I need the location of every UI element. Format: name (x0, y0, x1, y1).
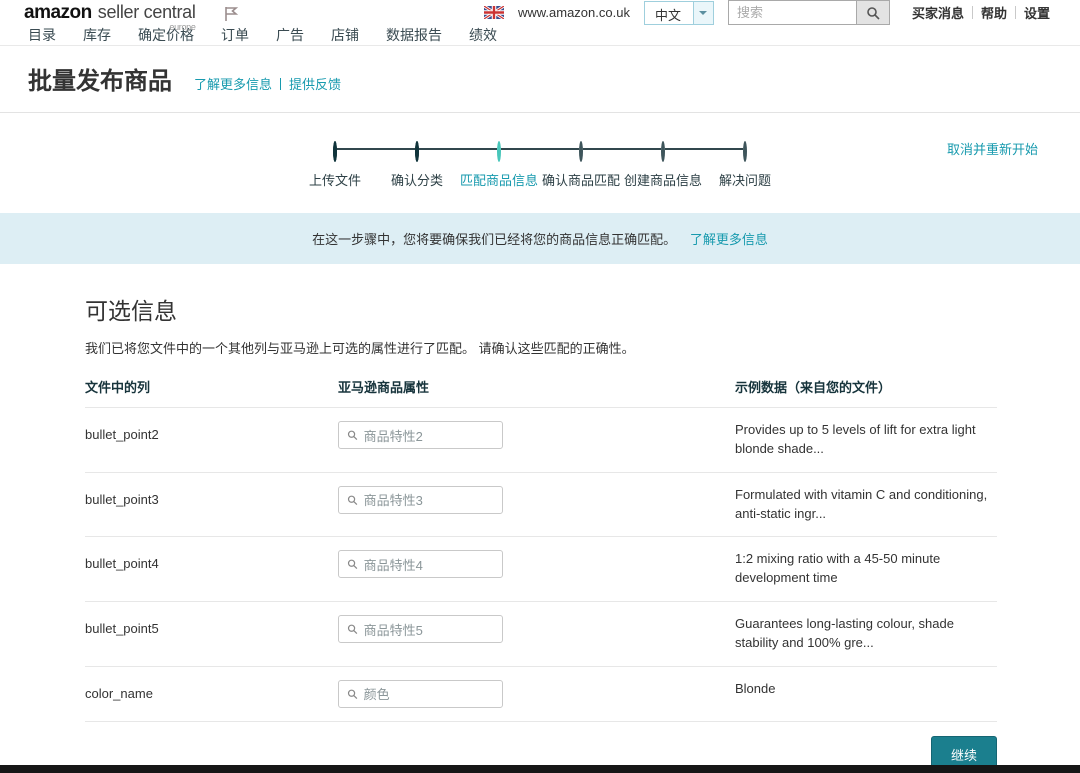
table-row: bullet_point4 1:2 mixing ratio with a 45… (85, 536, 997, 601)
step-match-product-info: 匹配商品信息 (458, 143, 540, 189)
attribute-search-input[interactable] (364, 686, 494, 701)
step-dot-complete (415, 141, 419, 162)
step-dot-upcoming (579, 141, 583, 162)
learn-more-link[interactable]: 了解更多信息 (194, 74, 272, 93)
nav-item-orders[interactable]: 订单 (221, 25, 249, 45)
uk-flag-icon (484, 6, 504, 19)
cancel-restart-link[interactable]: 取消并重新开始 (947, 139, 1038, 158)
header-language-value: 中文 (645, 2, 693, 24)
file-column-name: color_name (85, 680, 338, 708)
step-dot-upcoming (661, 141, 665, 162)
table-row: bullet_point3 Formulated with vitamin C … (85, 472, 997, 537)
section-description: 我们已将您文件中的一个其他列与亚马逊上可选的属性进行了匹配。 请确认这些匹配的正… (85, 338, 997, 357)
banner-learn-more-link[interactable]: 了解更多信息 (690, 232, 768, 247)
step-confirm-matches: 确认商品匹配 (540, 143, 622, 189)
header-language-select[interactable]: 中文 (644, 1, 714, 25)
file-column-name: bullet_point3 (85, 486, 338, 524)
top-bar: amazon seller centraleurope www.amazon.c… (0, 0, 1080, 25)
nav-item-performance[interactable]: 绩效 (469, 25, 497, 45)
page-title: 批量发布商品 (28, 61, 172, 96)
search-icon (347, 688, 358, 700)
column-header-attribute: 亚马逊商品属性 (338, 377, 735, 396)
step-create-product-info: 创建商品信息 (622, 143, 704, 189)
search-button[interactable] (856, 0, 890, 25)
sample-data: Formulated with vitamin C and conditioni… (735, 486, 997, 524)
table-header-row: 文件中的列 亚马逊商品属性 示例数据（来自您的文件） (85, 377, 997, 407)
nav-item-catalog[interactable]: 目录 (28, 25, 56, 45)
logo-region-label: europe (169, 23, 195, 32)
step-dot-upcoming (743, 141, 747, 162)
sample-data: 1:2 mixing ratio with a 45-50 minute dev… (735, 550, 997, 588)
step-resolve-issues: 解决问题 (704, 143, 786, 189)
header-search (728, 0, 890, 25)
column-header-file: 文件中的列 (85, 377, 338, 396)
info-banner: 在这一步骤中，您将要确保我们已经将您的商品信息正确匹配。 了解更多信息 (0, 213, 1080, 264)
step-upload-file: 上传文件 (294, 143, 376, 189)
file-column-name: bullet_point4 (85, 550, 338, 588)
attribute-search-input[interactable] (364, 492, 494, 507)
sample-data: Provides up to 5 levels of lift for extr… (735, 421, 997, 459)
top-links: 买家消息 帮助 设置 (904, 3, 1058, 22)
search-icon (347, 494, 358, 506)
buyer-messages-link[interactable]: 买家消息 (904, 3, 972, 22)
attribute-select-field[interactable] (338, 680, 503, 708)
step-dot-current (497, 141, 501, 162)
file-column-name: bullet_point2 (85, 421, 338, 459)
amazon-seller-central-logo[interactable]: amazon seller centraleurope (24, 3, 196, 22)
table-row: bullet_point5 Guarantees long-lasting co… (85, 601, 997, 666)
step-dot-complete (333, 141, 337, 162)
section-title: 可选信息 (85, 292, 997, 326)
search-icon (347, 558, 358, 570)
main-nav: 目录 库存 确定价格 订单 广告 店铺 数据报告 绩效 (0, 25, 1080, 46)
page-title-row: 批量发布商品 了解更多信息 提供反馈 (0, 46, 1080, 113)
column-header-sample: 示例数据（来自您的文件） (735, 377, 997, 396)
settings-link[interactable]: 设置 (1016, 3, 1058, 22)
progress-stepper: 上传文件 确认分类 匹配商品信息 确认商品匹配 创建商品信息 解决问题 (294, 143, 786, 189)
search-icon (866, 6, 880, 20)
table-row: bullet_point2 Provides up to 5 levels of… (85, 407, 997, 472)
search-input[interactable] (728, 0, 856, 25)
chevron-down-icon (693, 2, 713, 24)
banner-text: 在这一步骤中，您将要确保我们已经将您的商品信息正确匹配。 (312, 232, 676, 247)
marketplace-url[interactable]: www.amazon.co.uk (518, 5, 630, 20)
divider (280, 78, 281, 90)
table-row: color_name Blonde (85, 666, 997, 722)
attribute-select-field[interactable] (338, 550, 503, 578)
mapping-table: 文件中的列 亚马逊商品属性 示例数据（来自您的文件） bullet_point2… (85, 377, 997, 722)
attribute-search-input[interactable] (364, 428, 494, 443)
attribute-select-field[interactable] (338, 615, 503, 643)
provide-feedback-link[interactable]: 提供反馈 (289, 74, 341, 93)
help-link[interactable]: 帮助 (973, 3, 1015, 22)
main-content: 可选信息 我们已将您文件中的一个其他列与亚马逊上可选的属性进行了匹配。 请确认这… (0, 264, 1080, 773)
search-icon (347, 429, 358, 441)
nav-item-advertising[interactable]: 广告 (276, 25, 304, 45)
sample-data: Guarantees long-lasting colour, shade st… (735, 615, 997, 653)
search-icon (347, 623, 358, 635)
attribute-search-input[interactable] (364, 557, 494, 572)
attribute-select-field[interactable] (338, 421, 503, 449)
amazon-logo-text: amazon (24, 3, 92, 22)
bottom-strip (0, 765, 1080, 773)
nav-item-inventory[interactable]: 库存 (83, 25, 111, 45)
nav-item-reports[interactable]: 数据报告 (386, 25, 442, 45)
sample-data: Blonde (735, 680, 997, 708)
step-confirm-category: 确认分类 (376, 143, 458, 189)
flag-pennant-icon[interactable] (222, 5, 240, 23)
seller-central-logo-text: seller centraleurope (98, 3, 196, 21)
progress-stepper-section: 上传文件 确认分类 匹配商品信息 确认商品匹配 创建商品信息 解决问题 (0, 113, 1080, 213)
nav-item-stores[interactable]: 店铺 (331, 25, 359, 45)
page: amazon seller centraleurope www.amazon.c… (0, 0, 1080, 773)
attribute-search-input[interactable] (364, 622, 494, 637)
file-column-name: bullet_point5 (85, 615, 338, 653)
attribute-select-field[interactable] (338, 486, 503, 514)
